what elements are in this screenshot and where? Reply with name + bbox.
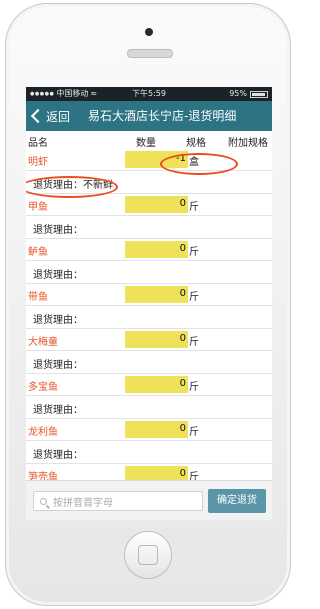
search-placeholder: 按拼音首字母 <box>53 497 113 509</box>
quantity-input[interactable]: 0 <box>125 331 188 348</box>
camera-dot <box>145 28 153 36</box>
unit-label: 盒 <box>189 157 199 168</box>
quantity-value: 0 <box>179 468 186 479</box>
reason-label: 退货理由： <box>33 180 83 191</box>
reason-text: 退货理由： <box>33 356 83 371</box>
quantity-input[interactable]: 0 <box>125 286 188 303</box>
earpiece-speaker <box>127 49 173 58</box>
reason-text: 退货理由： <box>33 311 83 326</box>
status-bar: ●●●●● 中国移动 ≈ 下午5:59 95% <box>26 87 272 101</box>
reason-label: 退货理由： <box>33 450 83 461</box>
back-label: 返回 <box>46 109 71 124</box>
item-row: 多宝鱼 0 斤 <box>26 374 272 396</box>
quantity-input[interactable]: 0 <box>125 241 188 258</box>
reason-row[interactable]: 退货理由： <box>26 306 272 329</box>
reason-label: 退货理由： <box>33 405 83 416</box>
item-name: 鲈鱼 <box>28 247 48 258</box>
item-name: 带鱼 <box>28 292 48 303</box>
item-list: 明虾 -1 盒退货理由：不新鲜 甲鱼 0 斤退货理由： 鲈鱼 0 斤退货理由： 带鱼 0 斤退货理由：… <box>26 149 272 509</box>
item-row: 带鱼 0 斤 <box>26 284 272 306</box>
chevron-left-icon <box>30 108 46 124</box>
item-row: 鲈鱼 0 斤 <box>26 239 272 261</box>
reason-row[interactable]: 退货理由：不新鲜 <box>26 171 272 194</box>
column-header-extra: 附加规格 <box>228 138 268 149</box>
item-name: 龙利鱼 <box>28 427 58 438</box>
confirm-return-button[interactable]: 确定退货 <box>208 489 266 513</box>
battery-icon <box>250 90 268 98</box>
quantity-input[interactable]: 0 <box>125 421 188 438</box>
unit-label: 斤 <box>189 247 199 258</box>
reason-value: 不新鲜 <box>83 180 113 191</box>
quantity-value: 0 <box>179 378 186 389</box>
item-name: 多宝鱼 <box>28 382 58 393</box>
unit-label: 斤 <box>189 427 199 438</box>
reason-label: 退货理由： <box>33 270 83 281</box>
home-button-icon <box>138 545 158 565</box>
unit-label: 斤 <box>189 292 199 303</box>
reason-row[interactable]: 退货理由： <box>26 441 272 464</box>
item-name: 甲鱼 <box>28 202 48 213</box>
column-header-name: 品名 <box>28 138 48 149</box>
quantity-value: 0 <box>179 333 186 344</box>
reason-label: 退货理由： <box>33 225 83 236</box>
unit-label: 斤 <box>189 337 199 348</box>
reason-row[interactable]: 退货理由： <box>26 351 272 374</box>
quantity-value: 0 <box>179 423 186 434</box>
item-row: 明虾 -1 盒 <box>26 149 272 171</box>
reason-label: 退货理由： <box>33 360 83 371</box>
reason-text: 退货理由： <box>33 446 83 461</box>
quantity-input[interactable]: 0 <box>125 376 188 393</box>
search-icon <box>40 497 47 505</box>
quantity-value: 0 <box>179 288 186 299</box>
status-right: 95% <box>229 87 268 101</box>
item-row: 大梅童 0 斤 <box>26 329 272 351</box>
reason-text: 退货理由： <box>33 221 83 236</box>
home-button[interactable] <box>124 531 172 579</box>
item-name: 明虾 <box>28 157 48 168</box>
search-input[interactable]: 按拼音首字母 <box>33 491 203 511</box>
reason-row[interactable]: 退货理由： <box>26 261 272 284</box>
reason-text: 退货理由： <box>33 266 83 281</box>
bottom-bar: 按拼音首字母 确定退货 <box>26 480 272 520</box>
quantity-value: 0 <box>179 243 186 254</box>
item-row: 甲鱼 0 斤 <box>26 194 272 216</box>
reason-row[interactable]: 退货理由： <box>26 216 272 239</box>
app-screen: ●●●●● 中国移动 ≈ 下午5:59 95% 返回 易石大酒店长宁店-退货明细… <box>26 87 272 520</box>
quantity-value: 0 <box>179 198 186 209</box>
page-title: 易石大酒店长宁店-退货明细 <box>88 109 237 123</box>
quantity-input[interactable]: -1 <box>125 151 188 168</box>
battery-percent: 95% <box>229 89 247 98</box>
unit-label: 斤 <box>189 202 199 213</box>
unit-label: 斤 <box>189 382 199 393</box>
table-header: 品名 数量 规格 附加规格 <box>26 131 272 150</box>
reason-row[interactable]: 退货理由： <box>26 396 272 419</box>
quantity-value: -1 <box>176 153 186 164</box>
reason-text: 退货理由：不新鲜 <box>33 176 113 191</box>
quantity-input[interactable]: 0 <box>125 196 188 213</box>
reason-label: 退货理由： <box>33 315 83 326</box>
item-row: 龙利鱼 0 斤 <box>26 419 272 441</box>
item-name: 大梅童 <box>28 337 58 348</box>
column-header-unit: 规格 <box>186 138 206 149</box>
nav-bar: 返回 易石大酒店长宁店-退货明细 <box>26 101 272 131</box>
reason-text: 退货理由： <box>33 401 83 416</box>
column-header-quantity: 数量 <box>136 138 156 149</box>
back-button[interactable]: 返回 <box>30 101 70 131</box>
